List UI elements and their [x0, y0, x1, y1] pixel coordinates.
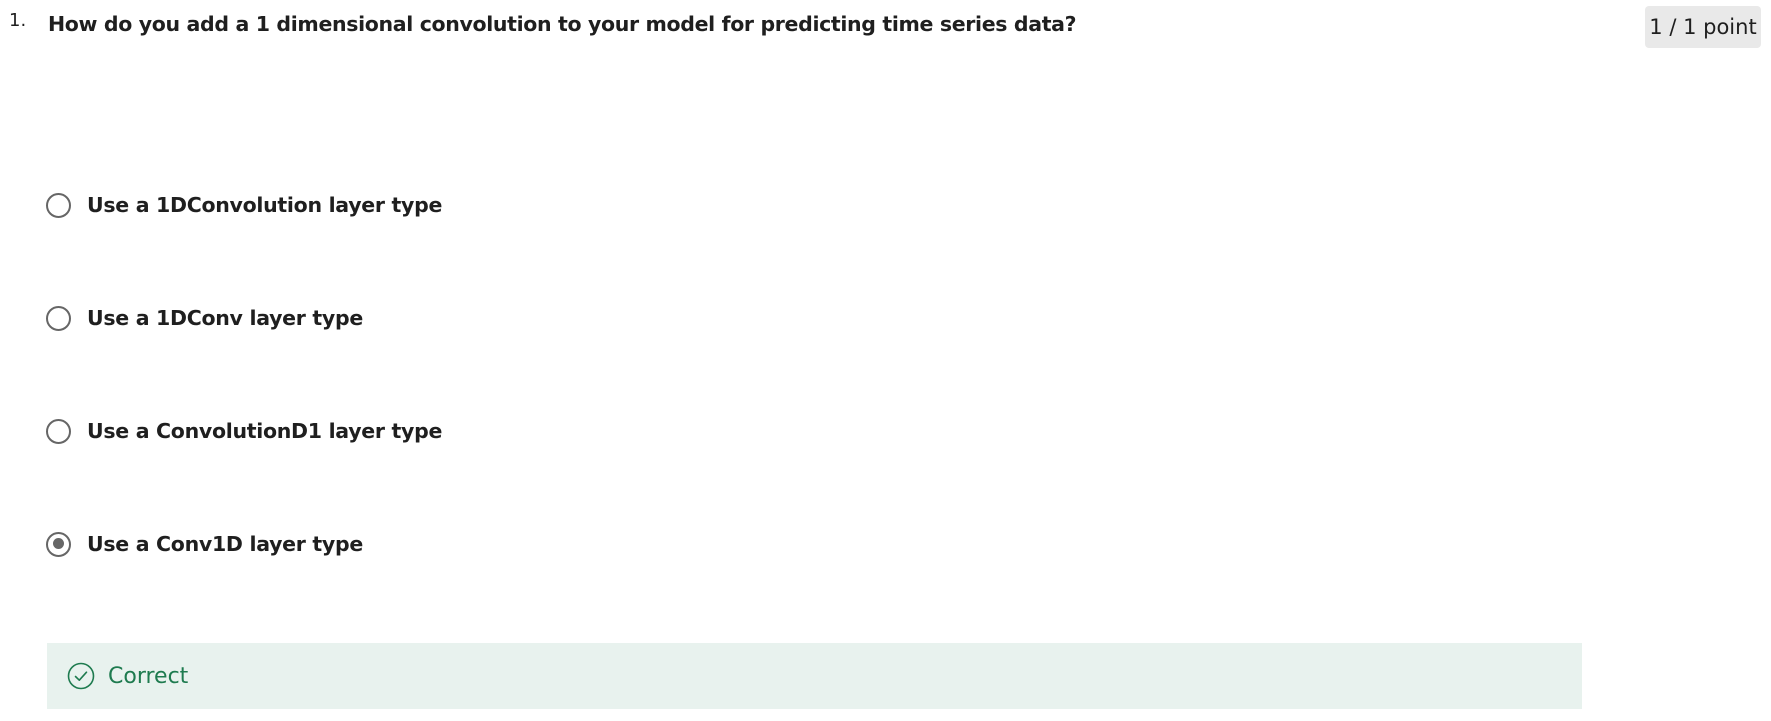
- answer-option-2[interactable]: Use a 1DConv layer type: [46, 302, 363, 334]
- answer-option-4[interactable]: Use a Conv1D layer type: [46, 528, 363, 560]
- radio-button[interactable]: [46, 418, 71, 444]
- check-circle-icon: [67, 662, 95, 690]
- question-number: 1.: [9, 10, 27, 31]
- radio-button[interactable]: [46, 305, 71, 331]
- answer-option-3[interactable]: Use a ConvolutionD1 layer type: [46, 415, 442, 447]
- answer-option-label: Use a ConvolutionD1 layer type: [87, 419, 443, 443]
- answer-option-label: Use a 1DConv layer type: [87, 306, 363, 330]
- question-text: How do you add a 1 dimensional convoluti…: [48, 12, 1077, 36]
- radio-button[interactable]: [46, 192, 71, 218]
- answer-option-1[interactable]: Use a 1DConvolution layer type: [46, 189, 442, 221]
- answer-option-label: Use a Conv1D layer type: [87, 532, 363, 556]
- correct-feedback-banner: Correct: [47, 643, 1582, 709]
- feedback-status: Correct: [108, 663, 189, 689]
- answer-option-label: Use a 1DConvolution layer type: [87, 193, 443, 217]
- radio-button-selected[interactable]: [46, 531, 71, 557]
- points-badge: 1 / 1 point: [1645, 6, 1761, 48]
